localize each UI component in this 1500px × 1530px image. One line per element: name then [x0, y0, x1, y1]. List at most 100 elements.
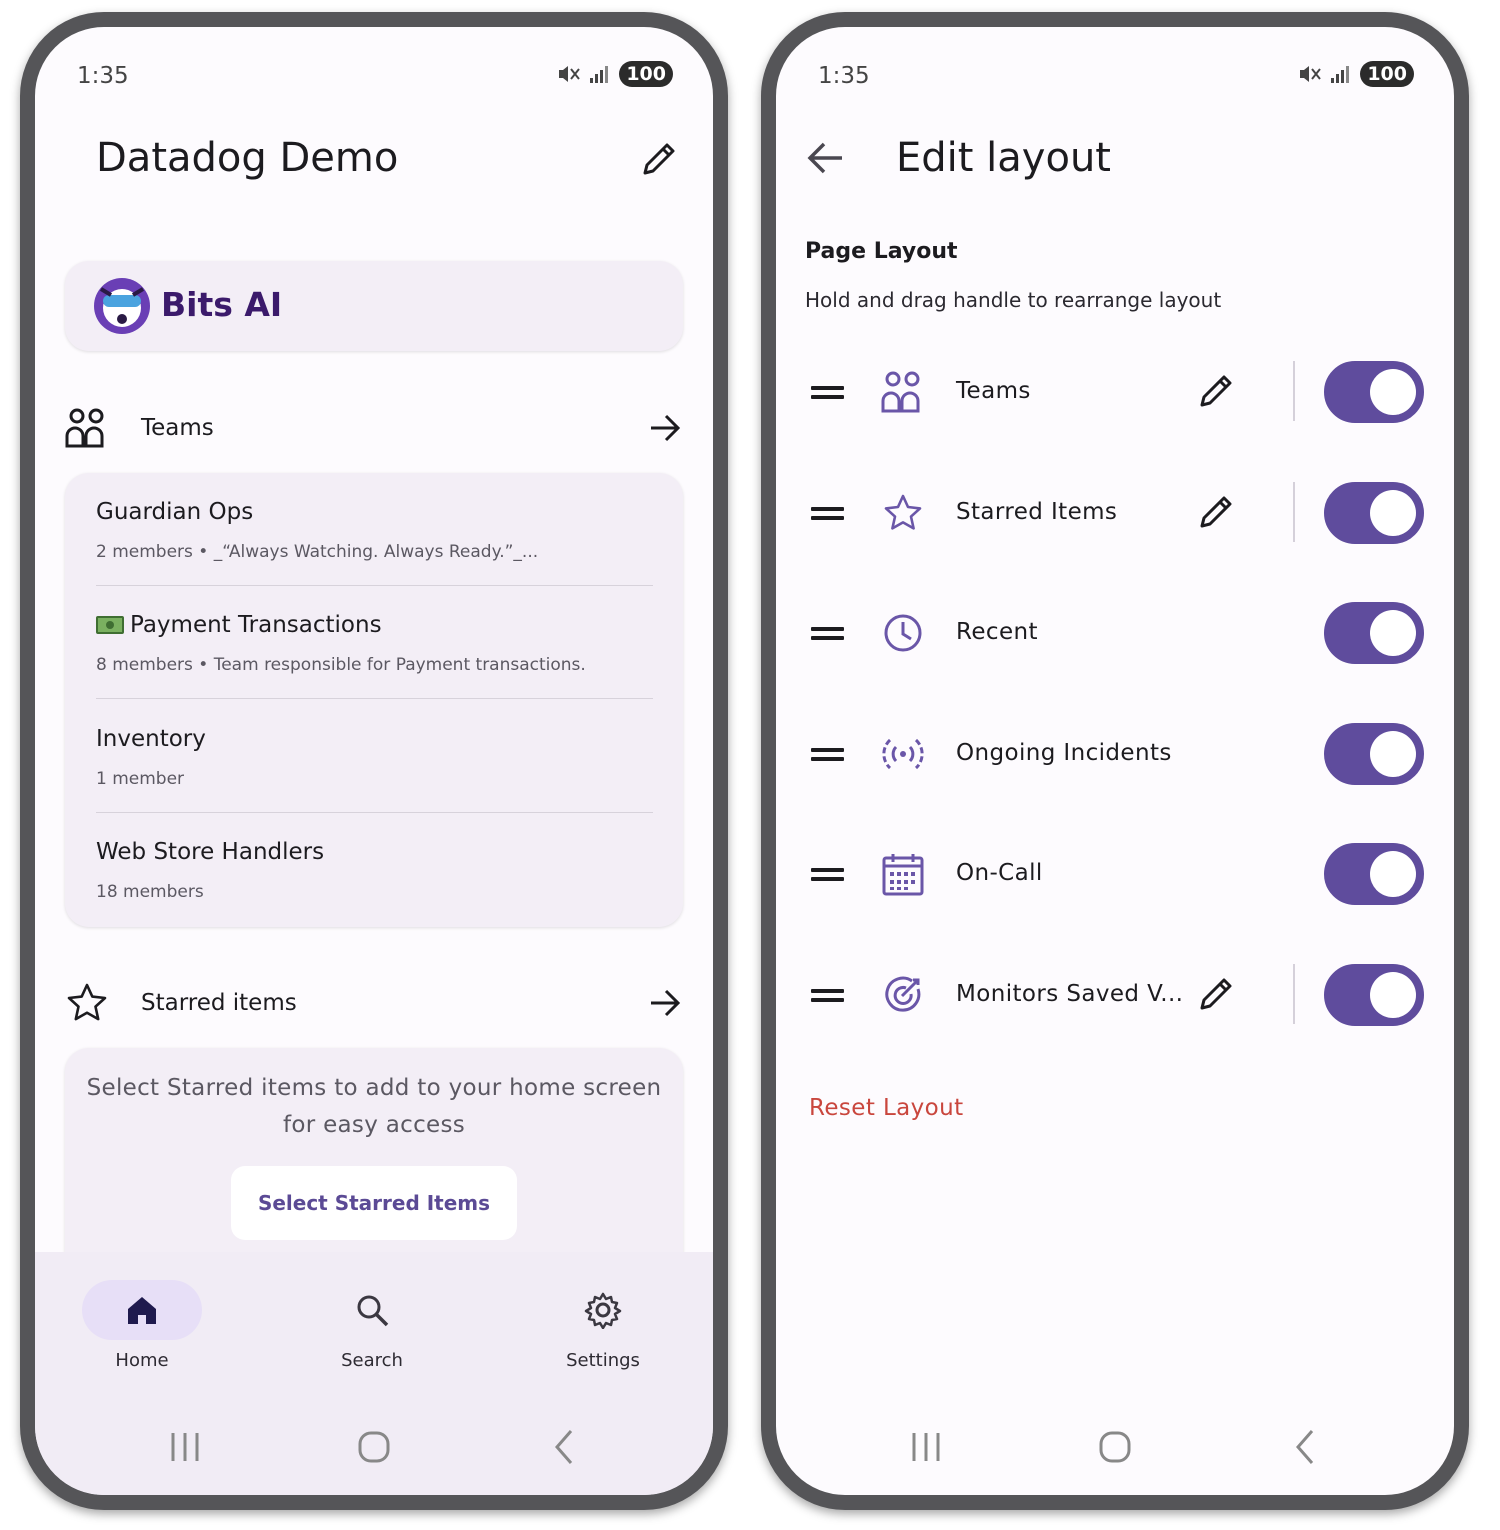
back-arrow-icon[interactable] [804, 137, 846, 179]
page-title: Datadog Demo [96, 135, 399, 181]
toggle-switch-on[interactable] [1324, 723, 1424, 785]
toggle-knob [1370, 731, 1416, 777]
team-desc: 18 members [96, 882, 204, 902]
team-desc: 8 members • Team responsible for Payment… [96, 655, 586, 675]
edit-pencil-icon[interactable] [1196, 371, 1236, 411]
status-icons: 100 [557, 61, 673, 87]
starred-section-label: Starred items [141, 990, 297, 1016]
edit-pencil-icon[interactable] [639, 139, 679, 179]
signal-icon [590, 66, 609, 83]
toggle-knob [1370, 490, 1416, 536]
teams-section-label: Teams [141, 415, 214, 441]
nav-settings[interactable]: Settings [533, 1280, 673, 1371]
phone-edit-layout-screen: 1:35 100 Edit layout Page Layout Hold an… [761, 12, 1469, 1510]
row-label: Teams [956, 378, 1031, 404]
phone-home-screen: 1:35 100 Datadog Demo Bits AI Teams Guar… [20, 12, 728, 1510]
recent-apps-icon[interactable] [165, 1427, 205, 1467]
nav-home-pill [82, 1280, 202, 1340]
page-title: Edit layout [896, 135, 1111, 181]
arrow-right-icon[interactable] [647, 410, 683, 446]
teams-section-header[interactable]: Teams [65, 400, 683, 456]
nav-search[interactable]: Search [302, 1280, 442, 1371]
nav-label: Home [115, 1350, 169, 1371]
starred-empty-message: Select Starred items to add to your home… [86, 1075, 662, 1138]
select-starred-items-button[interactable]: Select Starred Items [231, 1166, 517, 1240]
reset-layout-button[interactable]: Reset Layout [809, 1095, 964, 1121]
incident-signal-icon [882, 738, 924, 770]
row-label: Ongoing Incidents [956, 740, 1172, 766]
mute-icon [1300, 66, 1322, 82]
row-label: Starred Items [956, 499, 1118, 525]
layout-row-on-call: On-Call [776, 833, 1454, 913]
drag-handle-icon[interactable] [811, 625, 844, 641]
team-name: Web Store Handlers [96, 839, 325, 865]
toggle-switch-on[interactable] [1324, 482, 1424, 544]
drag-handle-icon[interactable] [811, 987, 844, 1003]
nav-settings-pill [543, 1280, 663, 1340]
instruction-text: Hold and drag handle to rearrange layout [805, 288, 1222, 312]
row-label: Monitors Saved V... [956, 981, 1184, 1007]
toggle-switch-on[interactable] [1324, 361, 1424, 423]
toggle-switch-on[interactable] [1324, 843, 1424, 905]
row-divider [1293, 482, 1295, 542]
back-button-icon[interactable] [545, 1427, 585, 1467]
row-divider [1293, 361, 1295, 421]
nav-search-pill [312, 1280, 432, 1340]
star-icon [67, 983, 107, 1021]
edit-layout-screen: 1:35 100 Edit layout Page Layout Hold an… [776, 27, 1454, 1495]
nav-home[interactable]: Home [72, 1280, 212, 1371]
arrow-right-icon[interactable] [647, 985, 683, 1021]
toggle-knob [1370, 851, 1416, 897]
system-navigation-bar [776, 1427, 1454, 1477]
home-icon [128, 1297, 156, 1324]
status-time: 1:35 [77, 63, 129, 89]
team-name: Inventory [96, 726, 206, 752]
team-desc: 1 member [96, 769, 185, 789]
row-divider [1293, 964, 1295, 1024]
toggle-knob [1370, 369, 1416, 415]
layout-row-monitors-saved-views: Monitors Saved V... [776, 954, 1454, 1034]
row-label: On-Call [956, 860, 1043, 886]
clock-icon [884, 614, 922, 652]
mute-icon [559, 66, 581, 82]
nav-label: Search [341, 1350, 403, 1371]
monitor-target-icon [885, 976, 921, 1012]
drag-handle-icon[interactable] [811, 866, 844, 882]
drag-handle-icon[interactable] [811, 384, 844, 400]
layout-row-starred-items: Starred Items [776, 472, 1454, 552]
gear-icon [584, 1292, 622, 1329]
team-name-wrap: Payment Transactions [96, 612, 382, 638]
battery-badge: 100 [619, 61, 673, 87]
edit-pencil-icon[interactable] [1196, 492, 1236, 532]
signal-icon [1331, 66, 1350, 83]
drag-handle-icon[interactable] [811, 505, 844, 521]
drag-handle-icon[interactable] [811, 746, 844, 762]
team-row-inventory[interactable]: Inventory 1 member [96, 700, 653, 813]
edit-pencil-icon[interactable] [1196, 974, 1236, 1014]
bits-ai-logo-icon [94, 278, 150, 334]
layout-row-teams: Teams [776, 351, 1454, 431]
team-name: Payment Transactions [130, 612, 382, 638]
battery-badge: 100 [1360, 61, 1414, 87]
teams-icon [65, 408, 104, 448]
home-button-icon[interactable] [1095, 1427, 1135, 1467]
bits-ai-card[interactable]: Bits AI [65, 261, 683, 351]
home-button-icon[interactable] [354, 1427, 394, 1467]
row-label: Recent [956, 619, 1038, 645]
layout-row-ongoing-incidents: Ongoing Incidents [776, 713, 1454, 793]
team-row-payment-transactions[interactable]: Payment Transactions 8 members • Team re… [96, 586, 653, 699]
status-icons: 100 [1298, 61, 1414, 87]
toggle-switch-on[interactable] [1324, 964, 1424, 1026]
team-row-guardian-ops[interactable]: Guardian Ops 2 members • _“Always Watchi… [96, 473, 653, 586]
back-button-icon[interactable] [1286, 1427, 1326, 1467]
toggle-knob [1370, 610, 1416, 656]
team-row-web-store-handlers[interactable]: Web Store Handlers 18 members [96, 813, 653, 926]
toggle-knob [1370, 972, 1416, 1018]
teams-list-card: Guardian Ops 2 members • _“Always Watchi… [65, 473, 683, 927]
layout-row-recent: Recent [776, 592, 1454, 672]
toggle-switch-on[interactable] [1324, 602, 1424, 664]
starred-section-header[interactable]: Starred items [65, 975, 683, 1031]
recent-apps-icon[interactable] [906, 1427, 946, 1467]
nav-label: Settings [566, 1350, 640, 1371]
star-icon [884, 494, 922, 530]
